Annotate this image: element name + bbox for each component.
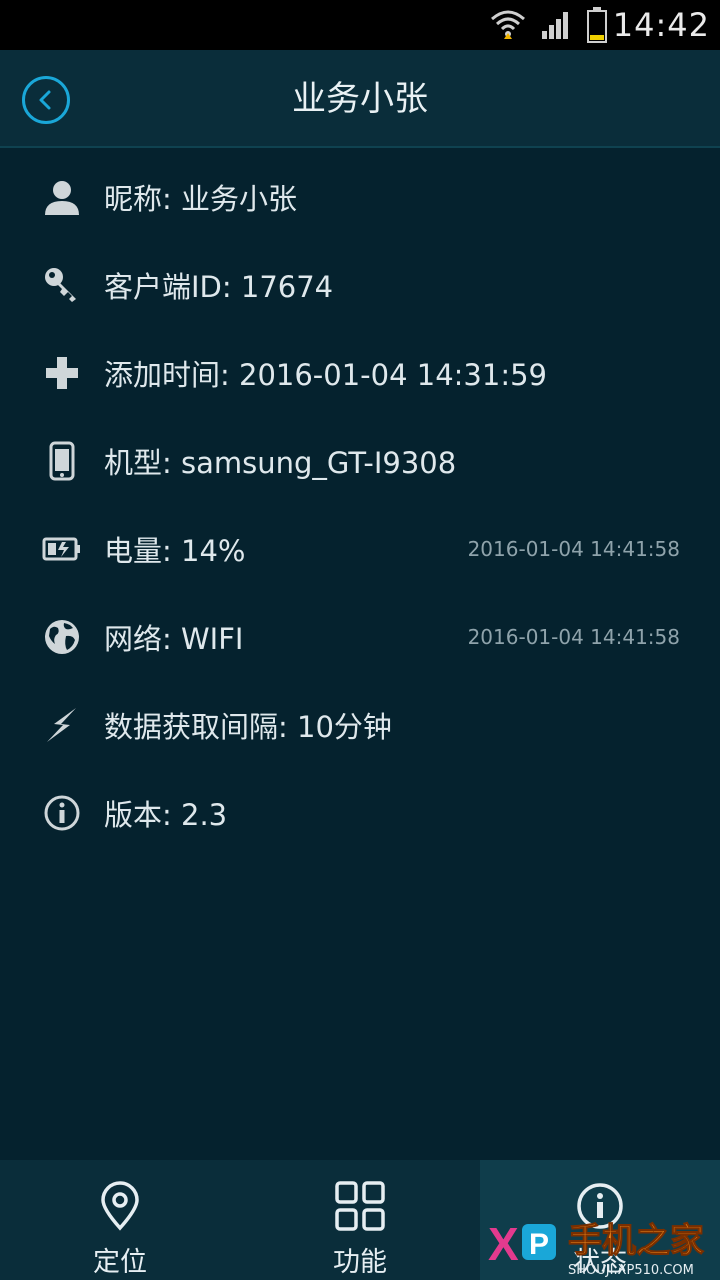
info-row-version: 版本: 2.3 [0,769,720,857]
screen: 14:42 业务小张 昵称: 业务小张 客户端ID: 17674 添加时间: 2… [0,0,720,1280]
globe-icon [42,617,82,657]
phone-icon [42,441,82,481]
info-icon [572,1178,628,1234]
status-bar: 14:42 [0,0,720,50]
info-label: 网络: WIFI [104,622,244,656]
battery-icon [42,529,82,569]
device-info-list: 昵称: 业务小张 客户端ID: 17674 添加时间: 2016-01-04 1… [0,153,720,857]
info-label: 版本: 2.3 [104,798,228,832]
plus-icon [42,353,82,393]
info-label: 昵称: 业务小张 [104,182,297,216]
location-pin-icon [92,1178,148,1234]
info-label: 机型: samsung_GT-I9308 [104,446,457,480]
info-row-nickname: 昵称: 业务小张 [0,153,720,241]
battery-timestamp: 2016-01-04 14:41:58 [467,537,680,561]
info-icon [42,793,82,833]
chevron-left-icon [39,90,51,110]
info-row-network: 网络: WIFI 2016-01-04 14:41:58 [0,593,720,681]
nav-item-status[interactable]: 状态 [480,1160,720,1280]
bottom-nav: 定位 功能 状态 [0,1160,720,1280]
nav-item-functions[interactable]: 功能 [240,1160,480,1280]
lightning-icon [42,705,82,745]
battery-status-icon [587,7,607,43]
info-row-model: 机型: samsung_GT-I9308 [0,417,720,505]
info-label: 电量: 14% [104,534,246,568]
status-time: 14:42 [612,6,710,44]
info-row-added-time: 添加时间: 2016-01-04 14:31:59 [0,329,720,417]
info-row-interval: 数据获取间隔: 10分钟 [0,681,720,769]
header: 业务小张 [0,50,720,148]
grid-icon [332,1178,388,1234]
nav-item-locate[interactable]: 定位 [0,1160,240,1280]
nav-label: 功能 [333,1247,387,1278]
info-label: 添加时间: 2016-01-04 14:31:59 [104,358,547,392]
page-title: 业务小张 [292,79,428,119]
nav-label: 状态 [573,1247,627,1278]
back-button[interactable] [22,76,70,124]
info-row-battery: 电量: 14% 2016-01-04 14:41:58 [0,505,720,593]
signal-icon [542,12,568,39]
info-label: 数据获取间隔: 10分钟 [104,710,392,744]
network-timestamp: 2016-01-04 14:41:58 [467,625,680,649]
info-row-client-id: 客户端ID: 17674 [0,241,720,329]
key-icon [42,265,82,305]
wifi-icon [491,10,525,39]
info-label: 客户端ID: 17674 [104,270,334,304]
nav-label: 定位 [93,1247,147,1278]
user-icon [42,177,82,217]
header-divider [0,146,720,148]
status-icons [490,6,608,44]
